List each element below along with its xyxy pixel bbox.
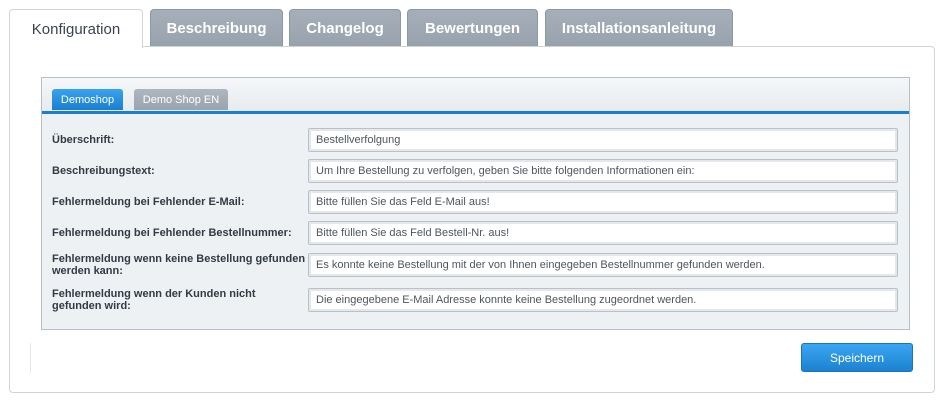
tab-bewertungen[interactable]: Bewertungen <box>407 9 538 46</box>
field-row-kunde-nicht-gefunden: Fehlermeldung wenn der Kunden nicht gefu… <box>42 287 909 313</box>
beschreibungstext-input[interactable] <box>308 159 898 183</box>
field-label: Fehlermeldung bei Fehlender E-Mail: <box>52 196 245 208</box>
tab-konfiguration[interactable]: Konfiguration <box>9 9 143 48</box>
field-row-fehlende-bestellnummer: Fehlermeldung bei Fehlender Bestellnumme… <box>42 221 909 245</box>
field-row-keine-bestellung: Fehlermeldung wenn keine Bestellung gefu… <box>42 252 909 278</box>
fehlende-bestellnummer-input[interactable] <box>308 221 898 245</box>
field-row-fehlende-email: Fehlermeldung bei Fehlender E-Mail: <box>42 190 909 214</box>
field-row-ueberschrift: Überschrift: <box>42 128 909 152</box>
field-label: Fehlermeldung wenn keine Bestellung gefu… <box>52 253 306 277</box>
kunde-nicht-gefunden-input[interactable] <box>308 288 898 312</box>
field-label: Fehlermeldung wenn der Kunden nicht gefu… <box>52 288 256 312</box>
keine-bestellung-input[interactable] <box>308 253 898 277</box>
shop-tab-bar: Demoshop Demo Shop EN <box>42 78 909 114</box>
tab-changelog[interactable]: Changelog <box>289 9 401 46</box>
field-label: Fehlermeldung bei Fehlender Bestellnumme… <box>52 227 292 239</box>
tab-beschreibung[interactable]: Beschreibung <box>150 9 283 46</box>
divider <box>30 343 31 373</box>
fehlende-email-input[interactable] <box>308 190 898 214</box>
configuration-panel: Demoshop Demo Shop EN Überschrift: Besch… <box>9 46 935 393</box>
field-row-beschreibungstext: Beschreibungstext: <box>42 159 909 183</box>
ueberschrift-input[interactable] <box>308 128 898 152</box>
tab-demoshop[interactable]: Demoshop <box>52 89 123 110</box>
field-label: Überschrift: <box>52 134 115 146</box>
tab-installationsanleitung[interactable]: Installationsanleitung <box>545 9 733 46</box>
field-label: Beschreibungstext: <box>52 165 155 177</box>
shop-config-box: Demoshop Demo Shop EN Überschrift: Besch… <box>41 77 910 330</box>
save-button[interactable]: Speichern <box>801 343 913 372</box>
tab-demo-shop-en[interactable]: Demo Shop EN <box>134 89 228 110</box>
